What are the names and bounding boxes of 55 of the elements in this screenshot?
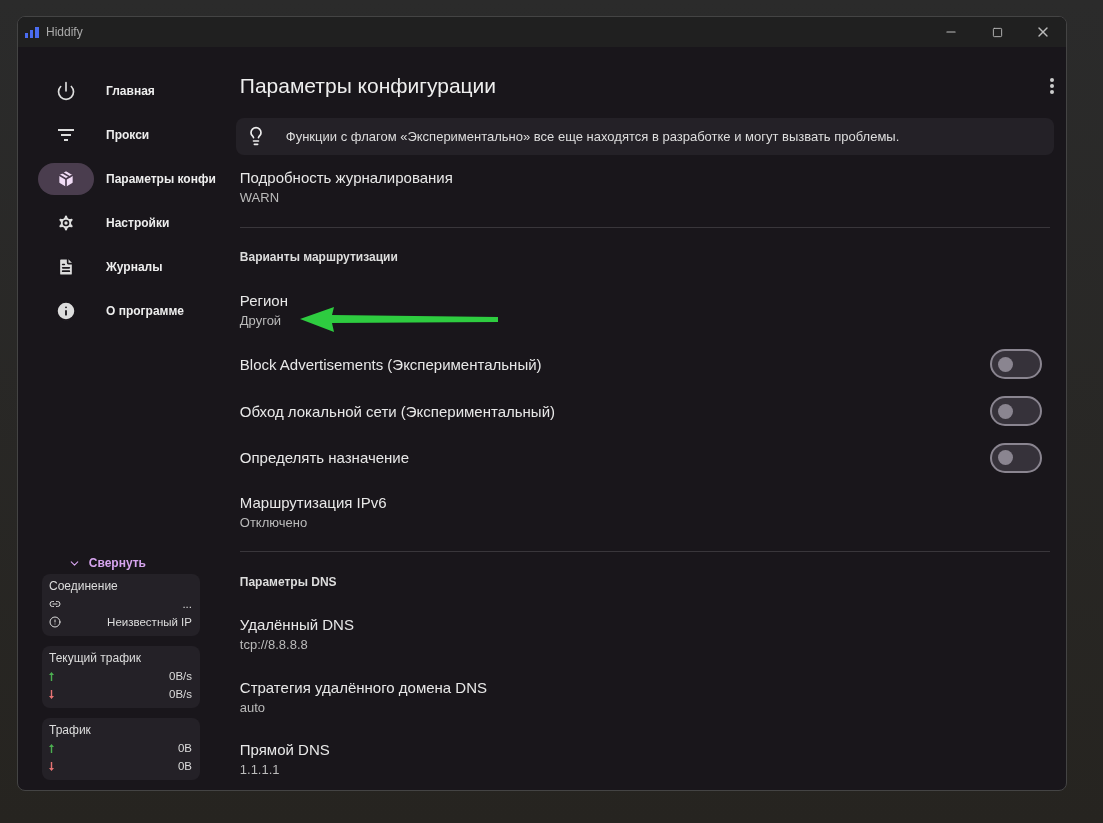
nav-label[interactable]: Главная bbox=[106, 84, 155, 98]
nav-label[interactable]: Журналы bbox=[106, 260, 163, 274]
maximize-icon bbox=[991, 26, 1003, 38]
window-title: Hiddify bbox=[46, 25, 84, 39]
nav-label[interactable]: Настройки bbox=[106, 216, 170, 230]
up-arrow-icon bbox=[49, 671, 54, 681]
settings-icon bbox=[56, 213, 76, 233]
section-heading: Варианты маршрутизации bbox=[239, 249, 399, 267]
section-heading: Параметры DNS bbox=[239, 573, 338, 591]
setting-value: 1.1.1.1 bbox=[239, 761, 281, 777]
toggle-switch[interactable] bbox=[989, 442, 1042, 473]
stat-value: ... bbox=[182, 598, 192, 610]
down-arrow-icon bbox=[49, 761, 54, 771]
setting-title[interactable]: Стратегия удалённого домена DNS bbox=[239, 678, 487, 696]
nav-label[interactable]: Прокси bbox=[106, 128, 150, 142]
nav-label[interactable]: Параметры конфи bbox=[106, 172, 216, 186]
toggle-switch[interactable] bbox=[989, 349, 1042, 380]
stat-value: Неизвестный IP bbox=[107, 616, 192, 628]
card-title: Соединение bbox=[49, 579, 119, 593]
box-icon bbox=[56, 169, 76, 189]
power-icon bbox=[56, 81, 76, 101]
collapse-button[interactable]: Свернуть bbox=[67, 556, 146, 570]
setting-title[interactable]: Удалённый DNS bbox=[239, 616, 354, 634]
setting-title[interactable]: Маршрутизация IPv6 bbox=[239, 494, 387, 512]
page-title: Параметры конфигурации bbox=[239, 74, 497, 99]
stat-value: 0B bbox=[177, 742, 192, 754]
setting-title[interactable]: Прямой DNS bbox=[239, 740, 330, 758]
filter-icon bbox=[57, 128, 75, 142]
nav-icon-button[interactable] bbox=[38, 163, 94, 195]
notice-text: Функции с флагом «Экспериментально» все еще находятся в разработке и могут вызвать проблемы. bbox=[285, 128, 900, 144]
up-arrow-icon bbox=[49, 743, 54, 753]
info-icon bbox=[55, 300, 77, 322]
setting-value: tcp://8.8.8.8 bbox=[239, 637, 309, 653]
link-icon bbox=[49, 598, 61, 610]
setting-title[interactable]: Подробность журналирования bbox=[239, 168, 453, 186]
setting-title: Обход локальной сети (Экспериментальный) bbox=[239, 402, 555, 420]
alert-icon bbox=[49, 616, 61, 628]
more-menu-button[interactable] bbox=[1049, 78, 1054, 95]
down-arrow-icon bbox=[49, 689, 54, 699]
card-title: Текущий трафик bbox=[49, 651, 142, 665]
setting-value: Отключено bbox=[239, 515, 309, 531]
setting-title: Определять назначение bbox=[239, 449, 410, 467]
nav-label[interactable]: О программе bbox=[106, 304, 184, 318]
stat-value: 0B bbox=[177, 760, 192, 772]
more-icon bbox=[1049, 78, 1054, 95]
stat-value: 0B/s bbox=[169, 670, 192, 682]
signal-bars-icon bbox=[24, 26, 40, 38]
toggle-switch[interactable] bbox=[989, 396, 1042, 427]
card-title: Трафик bbox=[49, 723, 92, 737]
setting-title[interactable]: Регион bbox=[239, 291, 288, 309]
setting-value: Другой bbox=[239, 312, 283, 328]
setting-value: WARN bbox=[239, 189, 281, 205]
setting-value: auto bbox=[239, 699, 267, 715]
stat-value: 0B/s bbox=[169, 688, 192, 700]
setting-title: Block Advertisements (Экспериментальный) bbox=[239, 355, 542, 373]
